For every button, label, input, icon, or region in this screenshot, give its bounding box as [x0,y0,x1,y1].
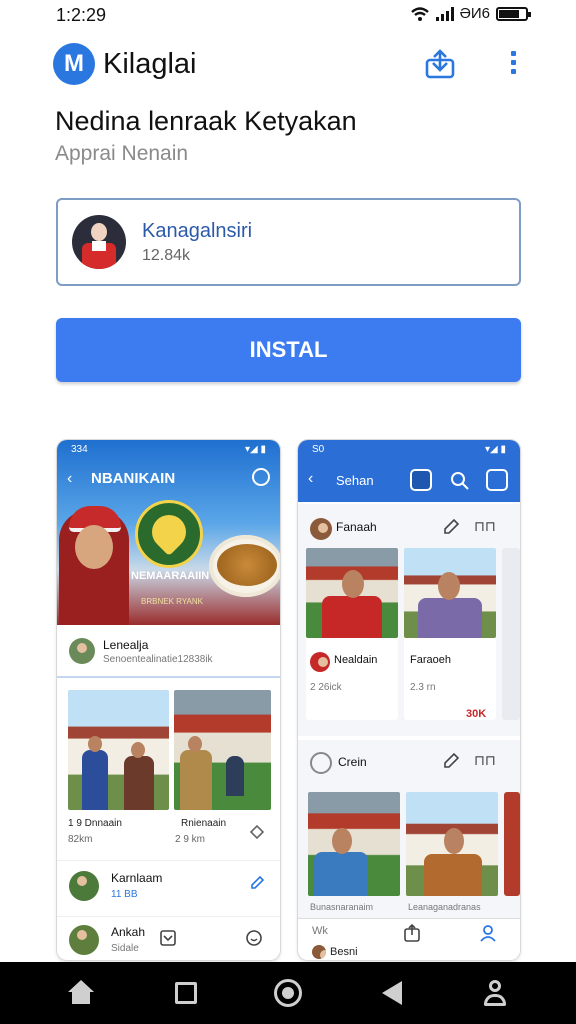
card-meta: 2.3 rn [410,682,436,693]
profile-icon[interactable] [478,923,498,943]
app-name: Kilaglai [103,48,197,80]
photo-card[interactable] [406,792,498,896]
avatar [69,638,95,664]
upload-icon[interactable] [402,923,422,943]
back-arrow-icon[interactable]: ‹ [308,470,313,488]
edit-icon[interactable] [442,518,460,536]
wifi-icon [410,6,429,21]
share-icon[interactable] [424,48,456,80]
mini-status-bar: 334 ▾◢ ▮ [71,443,266,455]
profile-card[interactable]: Faraoeh 2.3 rn 30K [404,548,496,720]
list-item-sub: Sidale [111,943,139,954]
screenshot-1[interactable]: 334 ▾◢ ▮ ‹ NBANIKAIN NEMAARAAIIN BRBNEK R… [57,440,280,960]
grid-icon[interactable]: ⊓⊓ [474,752,496,769]
app-bar: M Kilaglai [0,38,576,94]
avatar [310,518,332,540]
list-item[interactable]: Ankah Sidale [57,916,280,960]
card-peek [504,792,520,896]
grid-icon[interactable]: ⊓⊓ [474,518,496,535]
install-button[interactable]: INSTAL [56,318,521,382]
photo-card[interactable] [68,690,169,810]
food-image [217,544,277,586]
card-meta: 2 26ick [310,682,342,693]
profile-icon[interactable] [480,978,510,1008]
photo-caption: Leanaganadranas [408,902,481,912]
edit-icon[interactable] [442,752,460,770]
status-icons: ƏИ6 [410,5,531,22]
profile-card[interactable]: Nealdain 2 26ick [306,548,398,720]
system-nav-bar [0,962,576,1024]
card-name: Faraoeh [410,654,451,666]
more-vert-icon[interactable] [508,51,518,79]
bottom-label: Wk [312,925,328,937]
screenshot-2[interactable]: S0 ▾◢ ▮ ‹ Sehan Fanaah ⊓⊓ Nealdain 2 26ic… [298,440,520,960]
card-badge: 30K [466,708,487,720]
banner-caption: NEMAARAAIIN [131,570,210,582]
developer-avatar [72,215,126,269]
list-item-name: Lenealja [103,638,149,652]
avatar [310,652,330,672]
header-bar: S0 ▾◢ ▮ ‹ Sehan [298,440,520,502]
listing-title: Nedina lenraak Ketyakan [55,106,357,136]
list-item-name: Ankah [111,925,146,939]
search-alt-icon[interactable] [410,469,432,491]
section-2: Crein ⊓⊓ Bunasnaranaim Leanaganadranas [298,740,520,918]
section-1: Fanaah ⊓⊓ Nealdain 2 26ick Faraoeh 2.3 r… [298,504,520,736]
back-icon[interactable] [378,978,408,1008]
photo-meta: 2 9 km [175,834,206,845]
bottom-bar: Wk Besni [298,918,520,960]
hero-banner: 334 ▾◢ ▮ ‹ NBANIKAIN NEMAARAAIIN BRBNEK R… [57,440,280,625]
section-label: Crein [338,755,367,769]
status-time: 1:2:29 [56,5,107,25]
developer-count: 12.84k [142,247,191,264]
photo-title: Rnienaain [181,818,227,829]
emblem-icon [135,500,203,568]
list-item[interactable]: Lenealja Senoentealinatie12838ik [57,630,280,678]
avatar [69,925,99,955]
avatar [312,945,326,959]
hero-title: NBANIKAIN [91,470,176,487]
developer-card[interactable]: Kanagalnsiri 12.84k [56,198,521,286]
list-item[interactable]: Karnlaam 11 BB [57,860,280,908]
banner-subcaption: BRBNEK RYANK [141,597,203,606]
signal-icon [435,6,454,21]
status-bar: 1:2:29 ƏИ6 [0,0,576,30]
card-name: Nealdain [334,654,378,666]
photo-title: 1 9 Dnnaain [68,818,122,829]
chat-icon[interactable] [252,468,270,486]
photo-card[interactable] [308,792,400,896]
status-text: ƏИ6 [459,5,490,22]
edit-icon[interactable] [249,875,265,891]
photo-card[interactable] [174,690,271,810]
developer-name: Kanagalnsiri [142,220,253,242]
section-label: Fanaah [336,520,377,534]
mini-status-bar: S0 ▾◢ ▮ [312,443,506,455]
recents-icon[interactable] [171,978,201,1008]
header-title: Sehan [336,473,374,488]
tag-icon[interactable] [249,824,265,840]
search-icon[interactable] [449,470,471,492]
battery-icon [496,6,531,21]
home-icon[interactable] [66,978,96,1008]
avatar-name: Besni [330,946,358,958]
avatar [69,871,99,901]
card-peek [502,548,520,720]
smile-icon[interactable] [245,929,263,947]
list-item-sub: 11 BB [111,889,138,900]
list-item-name: Karnlaam [111,871,163,885]
photo-meta: 82km [68,834,93,845]
compose-icon[interactable] [486,469,508,491]
circle-home-icon[interactable] [273,978,303,1008]
list-item-sub: Senoentealinatie12838ik [103,654,213,665]
photo-caption: Bunasnaranaim [310,902,374,912]
inbox-icon[interactable] [159,929,177,947]
back-arrow-icon[interactable]: ‹ [67,470,72,488]
globe-icon [310,752,332,774]
app-logo: M [53,43,95,85]
listing-subtitle: Apprai Nenain [55,142,189,165]
